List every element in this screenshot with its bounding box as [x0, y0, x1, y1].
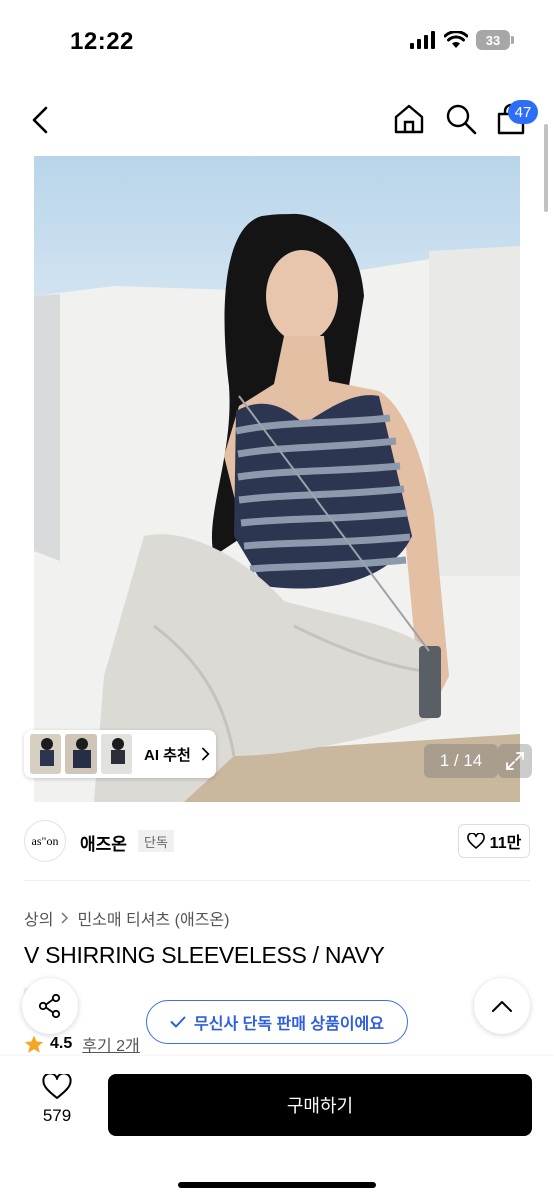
scroll-indicator[interactable] — [544, 124, 548, 212]
status-time: 12:22 — [70, 28, 134, 55]
ai-recommend-label: AI 추천 — [143, 746, 191, 764]
heart-icon — [42, 1074, 72, 1099]
expand-button[interactable] — [498, 744, 532, 778]
chevron-up-icon — [492, 1001, 512, 1012]
brand-logo[interactable]: as"on — [24, 820, 66, 862]
rating: 4.5 후기 2개 — [24, 1032, 140, 1056]
battery-icon: 33 — [476, 30, 514, 50]
image-counter: 1 / 14 — [424, 744, 498, 778]
product-title: V SHIRRING SLEEVELESS / NAVY — [24, 942, 385, 968]
thumbnail-image[interactable] — [30, 734, 62, 774]
reviews-link[interactable]: 후기 2개 — [82, 1032, 140, 1056]
nav-bar — [0, 96, 554, 144]
check-icon — [170, 1016, 186, 1028]
home-indicator — [178, 1182, 376, 1188]
product-photo — [34, 213, 520, 802]
heart-icon — [466, 833, 485, 849]
bottom-action-bar: 579 구매하기 — [0, 1056, 554, 1200]
thumbnail-image[interactable] — [100, 734, 132, 774]
status-icons: 33 — [410, 30, 514, 50]
divider — [24, 880, 530, 881]
chevron-right-icon — [201, 747, 210, 761]
product-image[interactable] — [34, 156, 520, 802]
breadcrumb-item[interactable]: 상의 — [24, 906, 53, 930]
share-icon — [38, 993, 61, 1019]
status-bar: 12:22 33 — [0, 0, 554, 80]
expand-icon — [506, 752, 524, 770]
scroll-top-button[interactable] — [474, 978, 530, 1034]
cart-count-badge: 47 — [508, 100, 538, 124]
star-icon — [24, 1035, 44, 1053]
chevron-right-icon — [61, 912, 69, 924]
breadcrumb-item[interactable]: 민소매 티셔츠 (애즈온) — [77, 906, 229, 930]
brand-row: as"on 애즈온 단독 11만 — [0, 816, 554, 866]
buy-button[interactable]: 구매하기 — [108, 1074, 532, 1136]
rating-value: 4.5 — [50, 1035, 73, 1052]
exclusive-badge: 단독 — [138, 830, 174, 852]
wishlist-count: 579 — [42, 1106, 72, 1125]
exclusive-toast: 무신사 단독 판매 상품이에요 — [146, 1000, 408, 1044]
thumbnail-image[interactable] — [65, 734, 97, 774]
signal-icon — [410, 31, 435, 49]
wifi-icon — [444, 31, 468, 48]
wishlist-button[interactable]: 579 — [34, 1074, 80, 1126]
back-icon[interactable] — [26, 104, 56, 136]
brand-like-count: 11만 — [489, 835, 522, 852]
toast-text: 무신사 단독 판매 상품이에요 — [194, 1016, 384, 1033]
brand-name[interactable]: 애즈온 — [80, 830, 127, 855]
search-icon[interactable] — [444, 102, 478, 136]
ai-recommend-button[interactable]: AI 추천 — [24, 730, 216, 778]
share-button[interactable] — [22, 978, 78, 1034]
breadcrumb: 상의 민소매 티셔츠 (애즈온) — [24, 906, 229, 930]
home-icon[interactable] — [392, 102, 426, 136]
brand-like-button[interactable]: 11만 — [458, 824, 530, 858]
